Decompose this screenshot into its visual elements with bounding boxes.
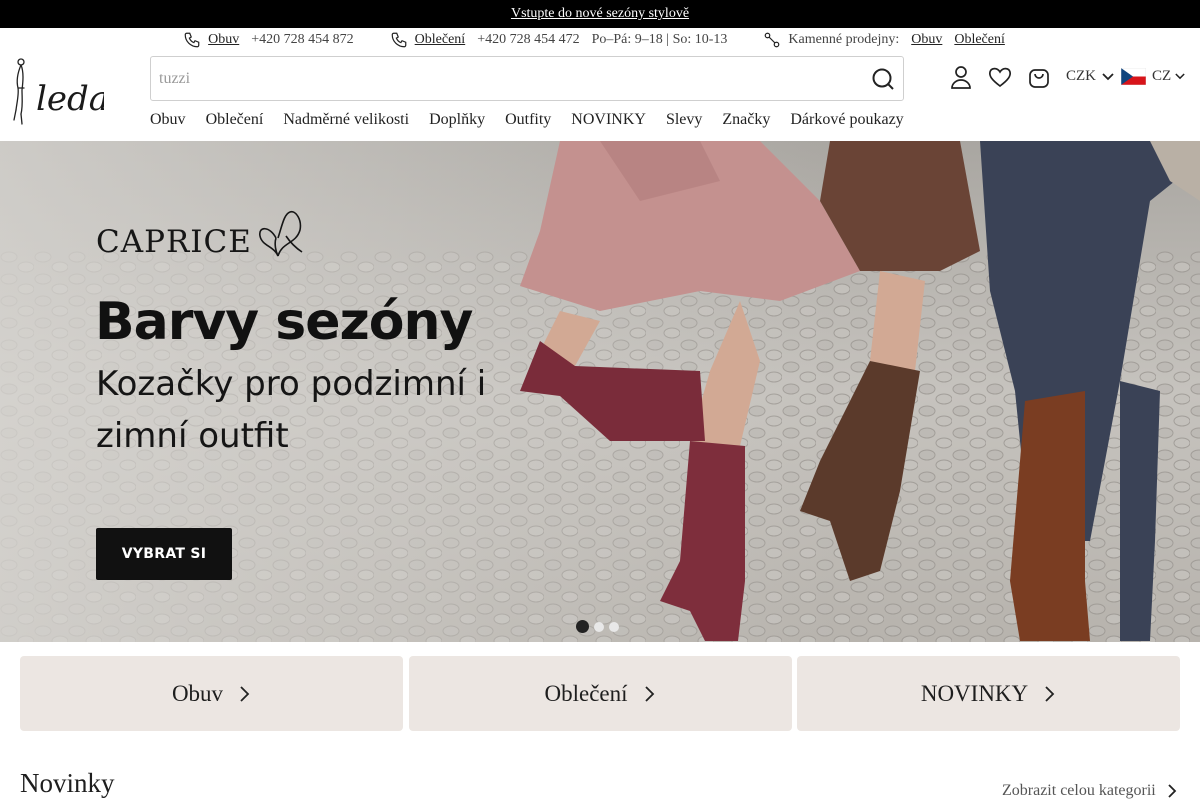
view-category-link[interactable]: Zobrazit celou kategorii xyxy=(1002,782,1178,800)
search-icon[interactable] xyxy=(870,66,896,92)
hero-subtitle: Kozačky pro podzimní i zimní outfit xyxy=(96,364,487,456)
chevron-right-icon xyxy=(237,685,251,703)
contact-clothes-link[interactable]: Oblečení xyxy=(415,32,466,48)
tile-label: Oblečení xyxy=(544,680,628,706)
nav-item-slevy[interactable]: Slevy xyxy=(666,111,702,129)
user-icon[interactable] xyxy=(948,64,974,90)
announcement-link[interactable]: Vstupte do nové sezóny stylově xyxy=(511,6,689,22)
brand-logo: CAPRICE xyxy=(96,208,304,258)
currency-select[interactable]: CZK xyxy=(1066,68,1114,85)
heart-icon[interactable] xyxy=(987,64,1013,90)
contact-shoes-link[interactable]: Obuv xyxy=(208,32,239,48)
contact-shoes-phone[interactable]: +420 728 454 872 xyxy=(251,32,353,48)
route-icon xyxy=(763,31,781,49)
tile-novinky[interactable]: NOVINKY xyxy=(797,656,1180,731)
chevron-right-icon xyxy=(1166,783,1178,799)
nav-item-obleceni[interactable]: Oblečení xyxy=(206,111,264,129)
contact-shoes: Obuv +420 728 454 872 xyxy=(183,31,366,49)
carousel-dot-1[interactable] xyxy=(576,620,589,633)
opening-hours: Po–Pá: 9–18 | So: 10-13 xyxy=(591,32,728,47)
header-actions xyxy=(948,64,1065,90)
phone-icon xyxy=(183,31,201,49)
carousel-dot-2[interactable] xyxy=(594,621,604,632)
nav-item-outfity[interactable]: Outfity xyxy=(505,111,551,129)
hero-title: Barvy sezóny xyxy=(95,292,473,352)
tile-label: Obuv xyxy=(171,680,224,706)
contact-stores: Kamenné prodejny: Obuv Oblečení xyxy=(763,31,1016,49)
view-category-label: Zobrazit celou kategorii xyxy=(1002,782,1156,799)
currency-value: CZK xyxy=(1066,68,1096,84)
logo[interactable]: leda xyxy=(8,54,109,128)
phone-icon xyxy=(390,31,408,49)
logo-text: leda xyxy=(36,79,104,119)
hero-cta-button[interactable]: VYBRAT SI xyxy=(96,528,232,580)
brand-name: CAPRICE xyxy=(96,224,252,260)
carousel-dot-3[interactable] xyxy=(609,621,619,632)
nav-item-doplnky[interactable]: Doplňky xyxy=(429,111,485,129)
chevron-down-icon xyxy=(1102,72,1114,81)
main-navigation: Obuv Oblečení Nadměrné velikosti Doplňky… xyxy=(150,108,924,132)
carousel-dots xyxy=(576,620,624,633)
search-input[interactable] xyxy=(159,69,870,88)
announcement-bar: Vstupte do nové sezóny stylově xyxy=(0,0,1200,28)
flag-cz-icon xyxy=(1121,68,1146,85)
tile-label: NOVINKY xyxy=(920,680,1029,706)
tile-obuv[interactable]: Obuv xyxy=(20,656,403,731)
butterfly-icon xyxy=(256,208,304,258)
nav-item-novinky[interactable]: NOVINKY xyxy=(571,111,646,129)
stores-shoes-link[interactable]: Obuv xyxy=(911,32,942,48)
nav-item-znacky[interactable]: Značky xyxy=(722,111,770,129)
nav-item-darkove-poukazy[interactable]: Dárkové poukazy xyxy=(790,111,903,129)
language-value: CZ xyxy=(1152,68,1172,84)
tile-obleceni[interactable]: Oblečení xyxy=(408,656,792,731)
nav-item-obuv[interactable]: Obuv xyxy=(150,111,186,129)
stores-clothes-link[interactable]: Oblečení xyxy=(954,32,1005,48)
hero-banner[interactable]: CAPRICE Barvy sezóny Kozačky pro podzimn… xyxy=(0,141,1200,642)
nav-item-nadmerne-velikosti[interactable]: Nadměrné velikosti xyxy=(283,111,409,129)
chevron-right-icon xyxy=(1042,685,1056,703)
search-bar xyxy=(150,56,904,101)
chevron-right-icon xyxy=(642,685,656,703)
contact-bar: Obuv +420 728 454 872 Oblečení +420 728 … xyxy=(0,28,1200,52)
contact-clothes: Oblečení +420 728 454 472 Po–Pá: 9–18 | … xyxy=(390,31,740,49)
stores-label: Kamenné prodejny: xyxy=(788,32,900,47)
chevron-down-icon xyxy=(1175,73,1185,80)
section-title: Novinky xyxy=(20,768,115,798)
language-select[interactable]: CZ xyxy=(1121,68,1185,85)
bag-icon[interactable] xyxy=(1026,64,1052,90)
contact-clothes-phone[interactable]: +420 728 454 472 xyxy=(477,32,579,48)
category-tiles: Obuv Oblečení NOVINKY xyxy=(20,656,1180,731)
